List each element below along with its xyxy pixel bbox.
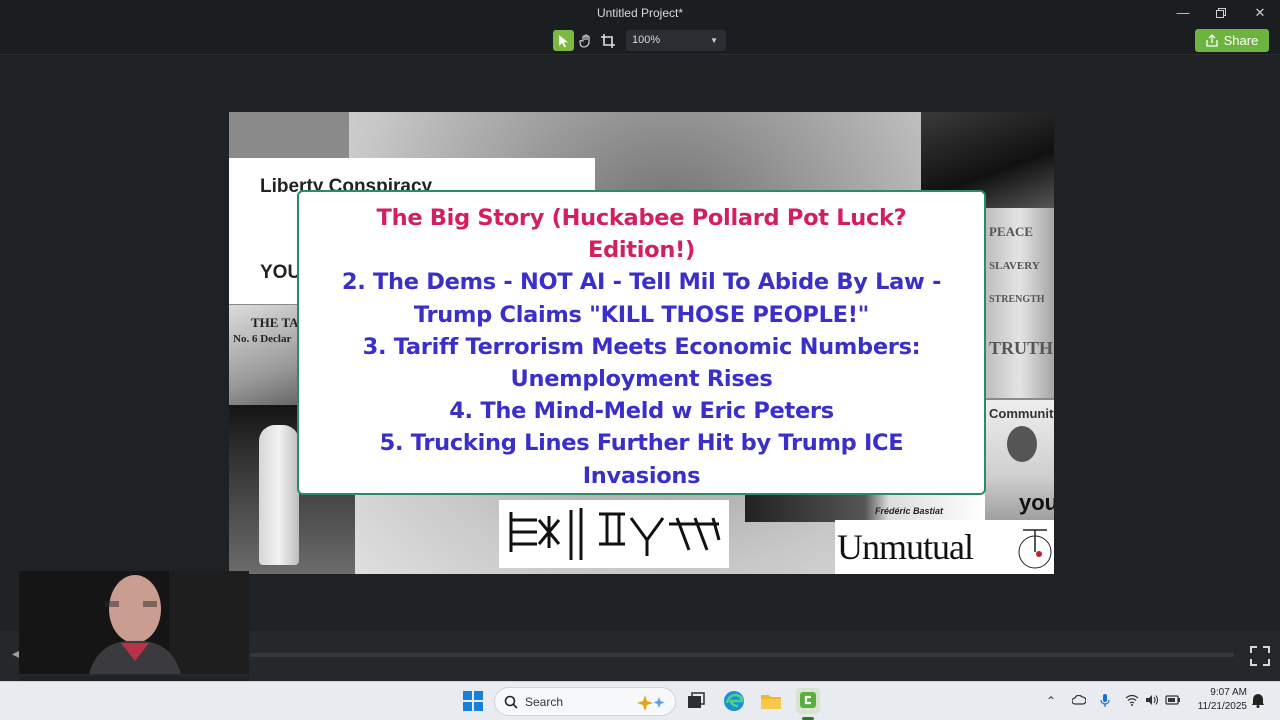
battery-icon[interactable] [1165, 694, 1181, 709]
pan-hand-icon[interactable] [575, 30, 596, 51]
community-text: Community [989, 406, 1054, 421]
overlay-line-5: 3. Tariff Terrorism Meets Economic Numbe… [362, 333, 921, 360]
overlay-line-7: 4. The Mind-Meld w Eric Peters [449, 398, 834, 425]
windows-start-icon[interactable] [462, 690, 484, 712]
microphone-icon[interactable] [1100, 694, 1110, 711]
unmutual-text: Unmutual [837, 527, 974, 567]
bastiat-caption: Frédéric Bastiat [875, 506, 944, 516]
restore-icon[interactable] [1202, 0, 1240, 26]
task-view-icon[interactable] [685, 690, 707, 712]
peace-word: PEACE [989, 224, 1034, 239]
share-label: Share [1223, 33, 1259, 48]
share-icon [1205, 34, 1218, 47]
select-tool-icon[interactable] [553, 30, 574, 51]
crop-icon[interactable] [597, 30, 618, 51]
file-explorer-icon[interactable] [760, 690, 782, 712]
community-you-text: you! [1019, 490, 1054, 515]
timeline-scrubber[interactable] [250, 653, 1234, 657]
poster-face [1007, 426, 1037, 462]
chevron-up-icon[interactable]: ⌃ [1046, 694, 1056, 708]
close-icon[interactable]: ✕ [1241, 0, 1279, 26]
wifi-icon[interactable] [1125, 694, 1139, 709]
overlay-line-1: The Big Story (Huckabee Pollard Pot Luck… [376, 205, 907, 231]
clock-time: 9:07 AM [1210, 687, 1247, 698]
overlay-line-9: Invasions [582, 462, 701, 489]
ministry-wall-image: PEACE SLAVERY STRENGTH TRUTH [985, 208, 1054, 398]
unmutual-logo: Unmutual [835, 520, 1054, 574]
fullscreen-icon[interactable] [1250, 646, 1270, 666]
overlay-line-4: Trump Claims "KILL THOSE PEOPLE!" [413, 301, 870, 328]
share-button[interactable]: Share [1195, 29, 1269, 52]
clock-date: 11/21/2025 [1197, 701, 1247, 712]
overlay-line-8: 5. Trucking Lines Further Hit by Trump I… [379, 430, 904, 457]
search-label: Search [525, 695, 564, 709]
camtasia-icon[interactable] [796, 688, 820, 714]
zoom-select[interactable]: 100% ▼ [626, 30, 726, 51]
slavery-word: SLAVERY [989, 260, 1040, 272]
windows-taskbar: Search ⌃ 9:07 AM 11/21/2025 [0, 681, 1280, 720]
app-window: Untitled Project* — ✕ 100% ▼ Share Liber… [0, 0, 1280, 720]
penny-farthing-icon [1018, 529, 1052, 569]
cuneiform-image [499, 500, 729, 568]
bastiat-image: Frédéric Bastiat [745, 492, 985, 522]
overlay-line-3: 2. The Dems - NOT AI - Tell Mil To Abide… [341, 269, 942, 296]
notification-bell-icon[interactable] [1251, 692, 1265, 711]
strength-word: STRENGTH [989, 294, 1045, 305]
search-icon [504, 695, 518, 709]
headline-overlay-box[interactable]: The Big Story (Huckabee Pollard Pot Luck… [297, 190, 986, 495]
clock[interactable]: 9:07 AM 11/21/2025 [1191, 686, 1247, 714]
window-title: Untitled Project* [596, 6, 684, 20]
cloud-icon[interactable] [1071, 694, 1087, 708]
figure-silhouette [259, 425, 299, 565]
minimize-icon[interactable]: — [1164, 0, 1202, 26]
edge-icon[interactable] [723, 690, 745, 712]
newspaper-subheader: No. 6 Declar [233, 333, 292, 345]
copilot-sparkle-icon [637, 695, 665, 711]
title-bar: Untitled Project* — ✕ [0, 0, 1280, 26]
volume-icon[interactable] [1145, 694, 1159, 709]
editor-toolbar: 100% ▼ Share [0, 26, 1280, 55]
you-text: YOU [260, 262, 302, 283]
overlay-line-2: Edition!) [588, 237, 695, 264]
overlay-line-6: Unemployment Rises [510, 366, 773, 393]
community-poster-image: Community you! [985, 400, 1054, 526]
taskbar-search-box[interactable]: Search [494, 687, 676, 716]
chevron-down-icon: ▼ [710, 36, 718, 45]
truth-word: TRUTH [989, 338, 1054, 358]
zoom-value: 100% [632, 34, 661, 46]
webcam-preview [19, 571, 249, 674]
